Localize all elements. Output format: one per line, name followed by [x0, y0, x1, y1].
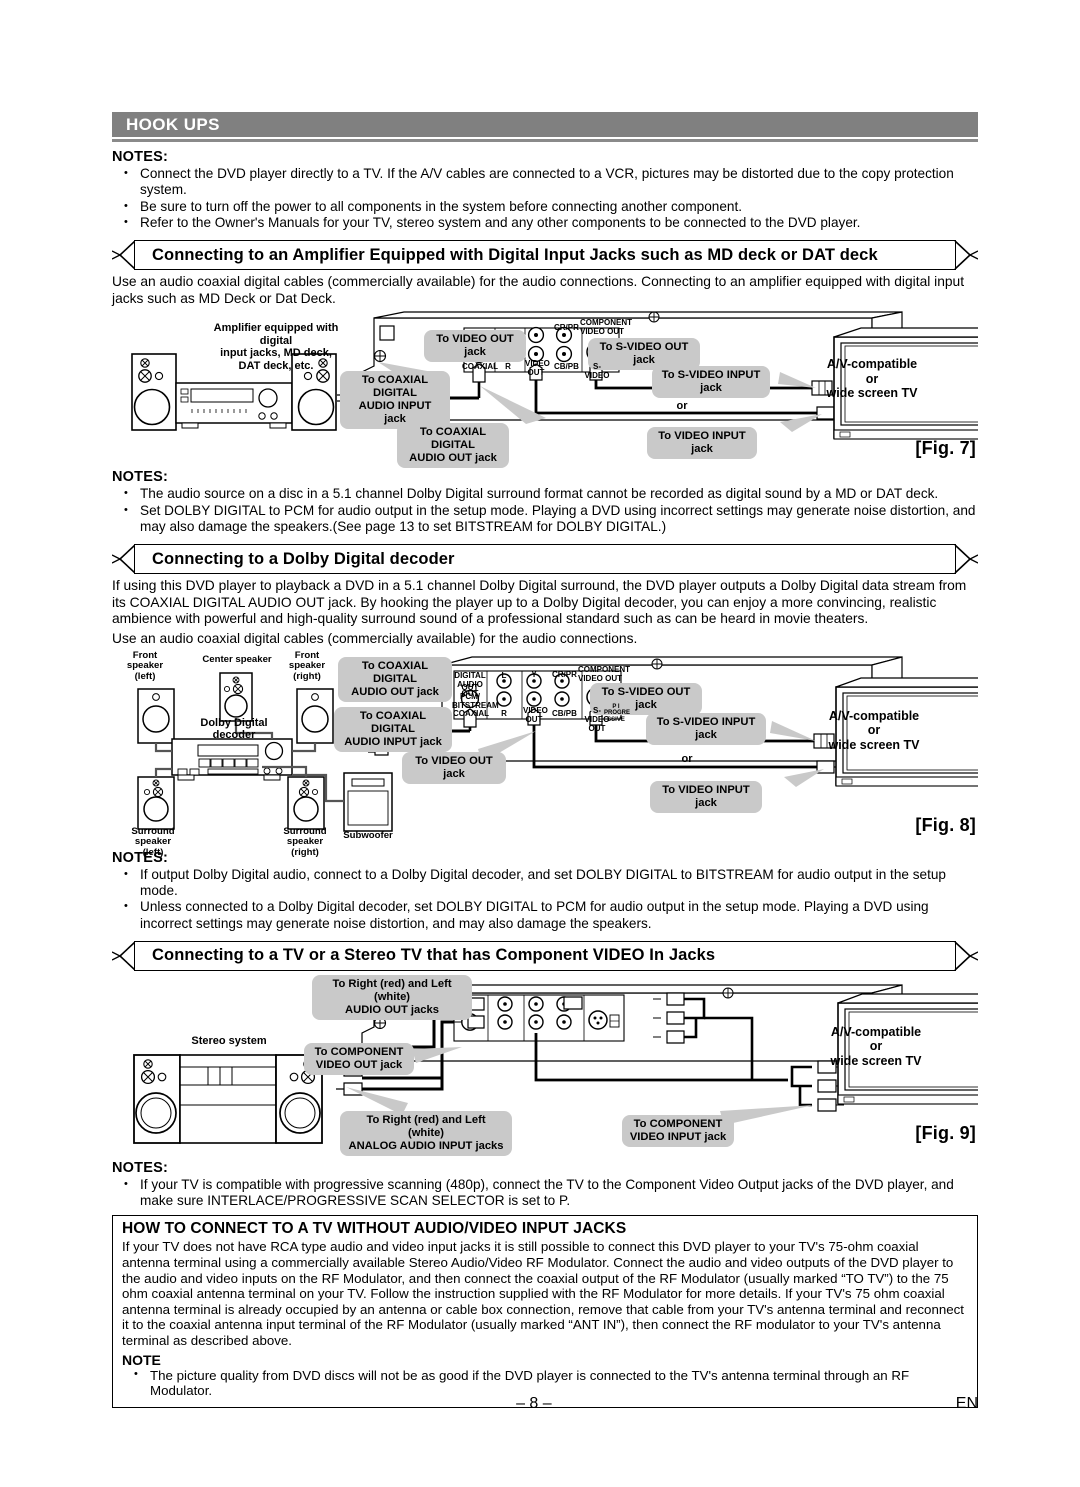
panel-label-coaxial: COAXIAL: [462, 362, 498, 372]
callout-video-out: To VIDEO OUT jack: [424, 330, 526, 363]
panel-label-component-fig8: COMPONENT VIDEO OUT: [578, 664, 630, 683]
figure-8: Front speaker (left) Center speaker Fron…: [112, 649, 978, 857]
section1-body: Use an audio coaxial digital cables (com…: [112, 274, 965, 306]
ribbon-notch-left-icon: [112, 941, 136, 971]
language-code: EN: [955, 1395, 978, 1412]
banner-bar: HOOK UPS: [112, 112, 978, 137]
label-front-speaker-left: Front speaker (left): [126, 649, 164, 682]
callout-svideo-input: To S-VIDEO INPUT jack: [652, 366, 770, 399]
banner-rule: [112, 139, 978, 142]
section-header-amplifier: Connecting to an Amplifier Equipped with…: [112, 240, 978, 271]
notes-fig8-heading: NOTES:: [112, 849, 168, 866]
notes-fig9-heading: NOTES:: [112, 1159, 168, 1176]
panel-label-svideo: S-VIDEO: [584, 362, 610, 381]
callout-coaxial-digital-audio-out-fig8: To COAXIAL DIGITAL AUDIO OUT jack: [338, 656, 452, 702]
figure-7-label: [Fig. 7]: [915, 438, 976, 459]
panel-label-component: COMPONENT VIDEO OUT: [580, 318, 632, 337]
panel-label-crpr: CR/PR: [554, 323, 579, 333]
callout-coaxial-digital-audio-out: To COAXIAL DIGITAL AUDIO OUT jack: [397, 423, 509, 469]
figure-8-label: [Fig. 8]: [915, 814, 976, 835]
amplifier-label: Amplifier equipped with digital input ja…: [213, 322, 339, 372]
panel-label-cbpb-fig8: CB/PB: [552, 708, 577, 718]
note-item: Be sure to turn off the power to all com…: [112, 198, 978, 215]
notes-fig7-list: The audio source on a disc in a 5.1 chan…: [112, 485, 978, 536]
label-surround-speaker-right: Surround speaker (right): [283, 825, 327, 858]
callout-analog-audio-input-jacks: To Right (red) and Left (white) ANALOG A…: [340, 1110, 512, 1156]
ribbon-notch-right-icon: [954, 240, 978, 270]
note-item: Connect the DVD player directly to a TV.…: [112, 165, 978, 199]
label-front-speaker-right: Front speaker (right): [288, 649, 326, 682]
panel-label-l: L: [501, 670, 507, 680]
top-notes-heading: NOTES:: [112, 149, 168, 165]
callout-component-video-input: To COMPONENT VIDEO INPUT jack: [622, 1114, 734, 1147]
panel-label-crpr-fig8: CR/PR: [552, 669, 577, 679]
section-title: Connecting to a TV or a Stereo TV that h…: [152, 946, 716, 965]
section-header-component: Connecting to a TV or a Stereo TV that h…: [112, 940, 978, 971]
ribbon-notch-left-icon: [112, 544, 136, 574]
callout-audio-out-jacks: To Right (red) and Left (white) AUDIO OU…: [312, 974, 472, 1020]
label-center-speaker: Center speaker: [202, 653, 272, 665]
label-dolby-digital-decoder: Dolby Digital decoder: [200, 716, 268, 742]
figure-7: Amplifier equipped with digital input ja…: [112, 310, 978, 469]
or-label-fig7: or: [676, 400, 688, 413]
document-page: HOOK UPS NOTES: Connect the DVD player d…: [112, 0, 978, 1408]
page-number: – 8 –: [516, 1395, 552, 1412]
notes-fig9-list: If your TV is compatible with progressiv…: [112, 1176, 978, 1210]
rf-modulator-box: HOW TO CONNECT TO A TV WITHOUT AUDIO/VID…: [112, 1215, 978, 1408]
page-footer: – 8 – EN: [112, 1395, 978, 1413]
callout-component-video-out: To COMPONENT VIDEO OUT jack: [304, 1042, 414, 1075]
note-item: Refer to the Owner's Manuals for your TV…: [112, 214, 978, 231]
panel-label-video-out-fig8: VIDEO OUT: [523, 705, 548, 724]
panel-label-r: R: [505, 362, 511, 372]
ribbon-notch-right-icon: [954, 544, 978, 574]
banner-title: HOOK UPS: [126, 114, 220, 134]
figure-9: To Right (red) and Left (white) AUDIO OU…: [112, 974, 978, 1156]
note-item: Unless connected to a Dolby Digital deco…: [112, 898, 978, 932]
tv-label-fig8: A/V-compatible or wide screen TV: [828, 708, 920, 752]
panel-label-coaxial-fig8: COAXIAL: [453, 708, 489, 718]
tv-label-fig9: A/V-compatible or wide screen TV: [830, 1024, 922, 1068]
note-item: If your TV is compatible with progressiv…: [112, 1176, 978, 1210]
label-subwoofer: Subwoofer: [343, 829, 393, 841]
callout-svideo-input-fig8: To S-VIDEO INPUT jack: [646, 712, 766, 745]
label-stereo-system: Stereo system: [191, 1034, 267, 1047]
panel-label-cbpb: CB/PB: [554, 362, 579, 372]
callout-coaxial-digital-audio-input: To COAXIAL DIGITAL AUDIO INPUT jack: [340, 371, 450, 430]
section-banner: HOOK UPS: [112, 112, 978, 142]
panel-label-r-fig8: R: [501, 708, 507, 718]
boxed-paragraph: If your TV does not have RCA type audio …: [122, 1239, 964, 1348]
section-title: Connecting to a Dolby Digital decoder: [152, 549, 455, 568]
section2-body1: If using this DVD player to playback a D…: [112, 578, 967, 627]
panel-label-out-pcm: OUT PCM/ BITSTREAM: [452, 682, 499, 710]
section-header-dolby: Connecting to a Dolby Digital decoder: [112, 544, 978, 575]
label-surround-speaker-left: Surround speaker (left): [131, 825, 175, 858]
callout-video-input-fig8: To VIDEO INPUT jack: [650, 780, 762, 813]
ribbon-notch-left-icon: [112, 240, 136, 270]
ribbon-notch-right-icon: [954, 941, 978, 971]
callout-video-input: To VIDEO INPUT jack: [647, 427, 757, 460]
or-label-fig8: or: [681, 752, 693, 765]
note-item: Set DOLBY DIGITAL to PCM for audio outpu…: [112, 502, 978, 536]
panel-label-progressive: P I PROGRE SSIVE: [604, 703, 631, 723]
note-item: If output Dolby Digital audio, connect t…: [112, 866, 978, 900]
notes-fig7-heading: NOTES:: [112, 469, 168, 486]
note-item: The audio source on a disc in a 5.1 chan…: [112, 485, 978, 502]
figure-9-label: [Fig. 9]: [915, 1122, 976, 1143]
top-notes-list: Connect the DVD player directly to a TV.…: [112, 165, 978, 231]
tv-label-fig7: A/V-compatible or wide screen TV: [826, 357, 918, 401]
boxed-note-heading: NOTE: [122, 1351, 161, 1368]
panel-label-video-out: VIDEO OUT: [525, 359, 550, 378]
section-title: Connecting to an Amplifier Equipped with…: [152, 245, 878, 264]
panel-label-y: Y: [531, 669, 537, 679]
callout-coaxial-digital-audio-input-fig8: To COAXIAL DIGITAL AUDIO INPUT jack: [334, 706, 452, 752]
boxed-title: HOW TO CONNECT TO A TV WITHOUT AUDIO/VID…: [122, 1220, 627, 1238]
section2-body2: Use an audio coaxial digital cables (com…: [112, 631, 638, 647]
notes-fig8-list: If output Dolby Digital audio, connect t…: [112, 866, 978, 932]
callout-video-out-fig8: To VIDEO OUT jack: [402, 751, 506, 784]
